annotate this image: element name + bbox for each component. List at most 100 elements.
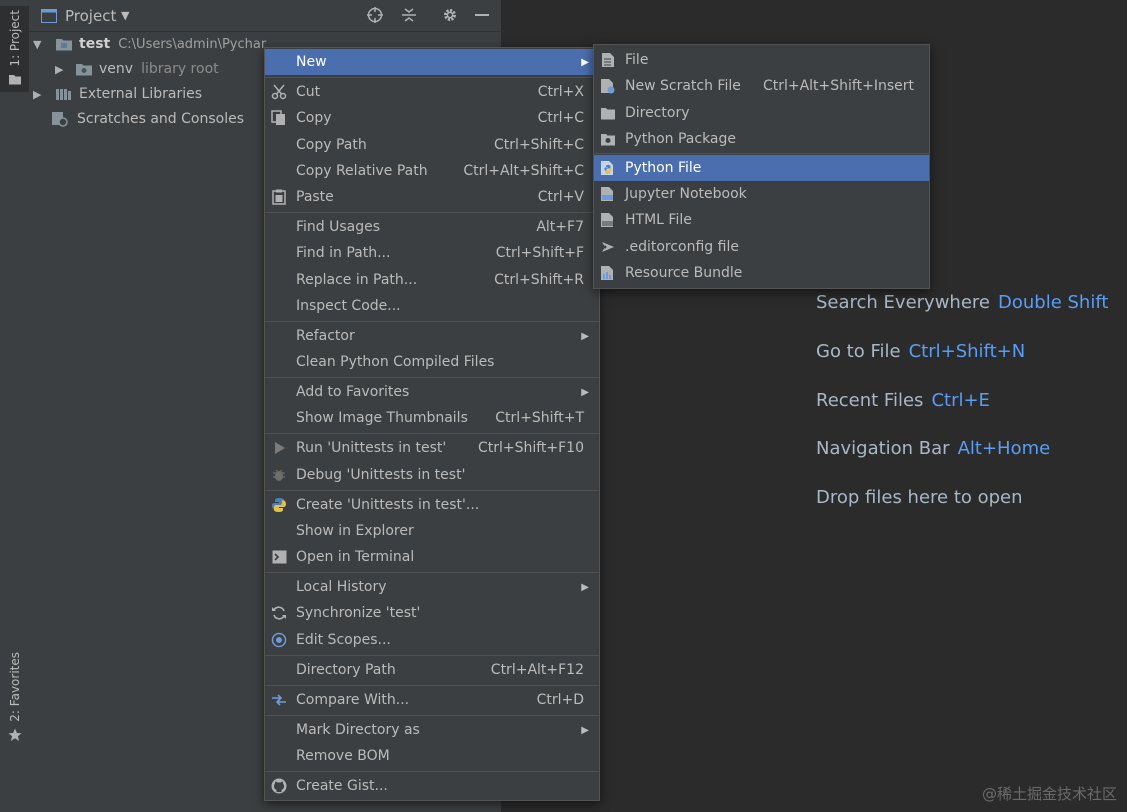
submenu-item-file[interactable]: File [594,47,929,73]
menu-item-open-in-terminal[interactable]: Open in Terminal [265,544,599,570]
menu-item-label: HTML File [625,212,692,228]
menu-item-shortcut: Ctrl+Alt+Shift+C [463,163,584,179]
locate-icon[interactable] [367,7,383,23]
project-view-selector[interactable]: Project [65,7,116,25]
menu-item-create-gist[interactable]: Create Gist... [265,773,599,799]
collapsed-arrow-icon[interactable]: ▶ [55,63,69,76]
menu-item-refactor[interactable]: Refactor ▶ [265,323,599,349]
hint-shortcut: Ctrl+E [931,390,990,411]
python-icon [270,496,288,514]
menu-separator [265,490,599,491]
menu-item-synchronize[interactable]: Synchronize 'test' [265,600,599,626]
menu-item-copy-path[interactable]: Copy Path Ctrl+Shift+C [265,132,599,158]
hide-panel-icon[interactable] [475,7,489,23]
menu-item-directory-path[interactable]: Directory Path Ctrl+Alt+F12 [265,657,599,683]
menu-item-find-in-path[interactable]: Find in Path... Ctrl+Shift+F [265,240,599,266]
submenu-item-html-file[interactable]: HTML File [594,207,929,233]
menu-item-local-history[interactable]: Local History ▶ [265,574,599,600]
menu-item-compare-with[interactable]: Compare With... Ctrl+D [265,687,599,713]
menu-separator [594,153,929,154]
gear-icon[interactable] [442,7,458,23]
hint-label: Drop files here to open [816,487,1023,508]
menu-item-show-thumbnails[interactable]: Show Image Thumbnails Ctrl+Shift+T [265,405,599,431]
menu-item-clean-compiled[interactable]: Clean Python Compiled Files [265,349,599,375]
menu-item-new[interactable]: New ▶ [265,49,599,75]
menu-separator [265,715,599,716]
menu-item-copy[interactable]: Copy Ctrl+C [265,105,599,131]
menu-item-shortcut: Ctrl+C [537,110,584,126]
submenu-arrow-icon: ▶ [581,724,589,736]
chevron-down-icon[interactable]: ▼ [121,9,129,22]
menu-item-add-to-favorites[interactable]: Add to Favorites ▶ [265,379,599,405]
favorites-tool-tab[interactable]: 2: Favorites [0,652,29,752]
menu-item-label: Compare With... [296,692,410,708]
menu-item-find-usages[interactable]: Find Usages Alt+F7 [265,214,599,240]
expanded-arrow-icon[interactable]: ▼ [33,38,47,51]
submenu-arrow-icon: ▶ [581,386,589,398]
menu-item-shortcut: Ctrl+X [537,84,584,100]
submenu-item-editorconfig[interactable]: .editorconfig file [594,234,929,260]
menu-item-debug-unittests[interactable]: Debug 'Unittests in test' [265,462,599,488]
menu-item-label: New Scratch File [625,78,741,94]
menu-item-label: Refactor [296,328,355,344]
menu-item-label: .editorconfig file [625,239,739,255]
favorites-tool-tab-label: 2: Favorites [7,652,22,722]
menu-item-label: Copy Path [296,137,367,153]
menu-item-label: Inspect Code... [296,298,401,314]
editorconfig-icon [599,238,617,256]
project-tool-tab[interactable]: 1: Project [0,6,29,92]
submenu-item-jupyter-notebook[interactable]: Jupyter Notebook [594,181,929,207]
menu-item-show-in-explorer[interactable]: Show in Explorer [265,518,599,544]
menu-item-run-unittests[interactable]: Run 'Unittests in test' Ctrl+Shift+F10 [265,435,599,461]
menu-item-label: Debug 'Unittests in test' [296,467,466,483]
menu-separator [265,572,599,573]
star-icon [8,728,21,741]
collapse-all-icon[interactable] [401,7,417,23]
project-window-icon [41,9,57,23]
menu-item-replace-in-path[interactable]: Replace in Path... Ctrl+Shift+R [265,267,599,293]
menu-item-remove-bom[interactable]: Remove BOM [265,743,599,769]
hint-go-to-file: Go to File Ctrl+Shift+N [816,341,1025,362]
scope-icon [270,631,288,649]
paste-icon [270,188,288,206]
menu-item-paste[interactable]: Paste Ctrl+V [265,184,599,210]
submenu-item-python-file[interactable]: Python File [594,155,929,181]
menu-item-label: Find in Path... [296,245,391,261]
left-tool-stripe: 1: Project 2: Favorites [0,0,30,812]
menu-item-edit-scopes[interactable]: Edit Scopes... [265,627,599,653]
menu-item-cut[interactable]: Cut Ctrl+X [265,79,599,105]
menu-item-label: Replace in Path... [296,272,418,288]
submenu-item-directory[interactable]: Directory [594,100,929,126]
menu-item-shortcut: Ctrl+Alt+Shift+Insert [762,78,914,94]
collapsed-arrow-icon[interactable]: ▶ [33,88,47,101]
project-root-name: test [79,36,111,52]
hint-shortcut: Ctrl+Shift+N [908,341,1026,362]
menu-item-label: Create 'Unittests in test'... [296,497,480,513]
menu-item-mark-directory-as[interactable]: Mark Directory as ▶ [265,717,599,743]
html-icon [599,211,617,229]
submenu-item-python-package[interactable]: Python Package [594,126,929,152]
menu-item-label: Mark Directory as [296,722,420,738]
hint-label: Navigation Bar [816,438,950,459]
hint-label: Go to File [816,341,901,362]
run-icon [270,439,288,457]
library-icon [56,89,71,100]
jupyter-icon [599,185,617,203]
menu-item-label: Clean Python Compiled Files [296,354,495,370]
folder-icon [76,64,92,76]
sync-icon [270,604,288,622]
terminal-icon [270,548,288,566]
menu-item-shortcut: Ctrl+Shift+F10 [477,440,584,456]
compare-icon [270,691,288,709]
menu-item-copy-relative-path[interactable]: Copy Relative Path Ctrl+Alt+Shift+C [265,158,599,184]
hint-label: Recent Files [816,390,924,411]
hint-navigation-bar: Navigation Bar Alt+Home [816,438,1050,459]
submenu-item-resource-bundle[interactable]: Resource Bundle [594,260,929,286]
submenu-item-new-scratch-file[interactable]: New Scratch File Ctrl+Alt+Shift+Insert [594,73,929,99]
menu-item-shortcut: Ctrl+Shift+R [494,272,584,288]
menu-separator [265,771,599,772]
external-libraries-label: External Libraries [79,86,202,102]
menu-item-create-unittests[interactable]: Create 'Unittests in test'... [265,492,599,518]
menu-item-inspect-code[interactable]: Inspect Code... [265,293,599,319]
menu-item-shortcut: Ctrl+Shift+C [494,137,584,153]
